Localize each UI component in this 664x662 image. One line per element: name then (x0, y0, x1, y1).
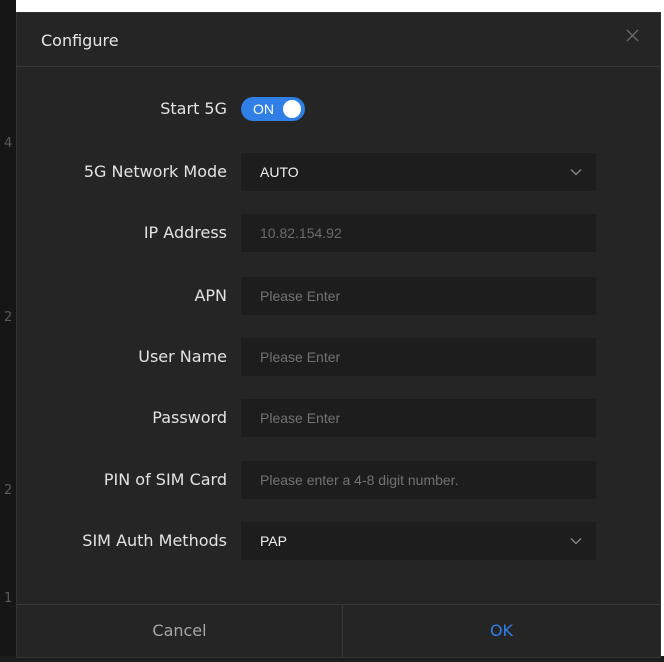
auth-method-row: SIM Auth Methods PAP (17, 522, 660, 560)
start-5g-label: Start 5G (160, 99, 227, 118)
ok-button[interactable]: OK (343, 605, 660, 657)
auth-method-select[interactable]: PAP (241, 522, 596, 560)
user-name-field (241, 338, 596, 376)
cancel-button[interactable]: Cancel (17, 605, 343, 657)
close-button[interactable] (622, 25, 644, 47)
close-icon (626, 29, 639, 42)
dialog-header: Configure (17, 13, 660, 67)
toggle-knob (283, 100, 301, 118)
ip-address-value: 10.82.154.92 (260, 225, 342, 241)
password-field (241, 399, 596, 437)
pin-field (241, 461, 596, 499)
background-glyph: 2 (4, 483, 13, 498)
pin-label: PIN of SIM Card (103, 470, 227, 489)
ip-address-field: 10.82.154.92 (241, 214, 596, 252)
password-input[interactable] (260, 400, 580, 436)
apn-label: APN (194, 286, 227, 305)
chevron-down-icon (570, 538, 582, 545)
user-name-label: User Name (138, 347, 227, 366)
apn-field (241, 277, 596, 315)
network-mode-row: 5G Network Mode AUTO (17, 153, 660, 191)
auth-method-value: PAP (260, 533, 287, 549)
pin-row: PIN of SIM Card (17, 461, 660, 499)
dialog-footer: Cancel OK (17, 604, 660, 657)
start-5g-toggle[interactable]: ON (241, 97, 305, 121)
apn-input[interactable] (260, 278, 580, 314)
background-glyph: 1 (4, 591, 13, 606)
network-mode-select[interactable]: AUTO (241, 153, 596, 191)
dialog-title: Configure (41, 31, 119, 50)
chevron-down-icon (570, 169, 582, 176)
ip-address-row: IP Address 10.82.154.92 (17, 214, 660, 252)
pin-input[interactable] (260, 462, 580, 498)
apn-row: APN (17, 277, 660, 315)
auth-method-label: SIM Auth Methods (82, 531, 227, 550)
network-mode-label: 5G Network Mode (83, 162, 227, 181)
network-mode-value: AUTO (260, 164, 299, 180)
password-row: Password (17, 399, 660, 437)
user-name-input[interactable] (260, 339, 580, 375)
toggle-state-text: ON (253, 101, 274, 117)
background-glyph: 2 (4, 310, 13, 325)
start-5g-row: Start 5G ON (17, 93, 660, 131)
configure-dialog: Configure Start 5G ON 5G Network Mode AU… (16, 12, 661, 658)
user-name-row: User Name (17, 338, 660, 376)
background-panel-edge: 4 2 2 1 (0, 0, 16, 662)
password-label: Password (152, 408, 227, 427)
ip-address-label: IP Address (143, 223, 227, 242)
background-glyph: 4 (4, 136, 13, 151)
